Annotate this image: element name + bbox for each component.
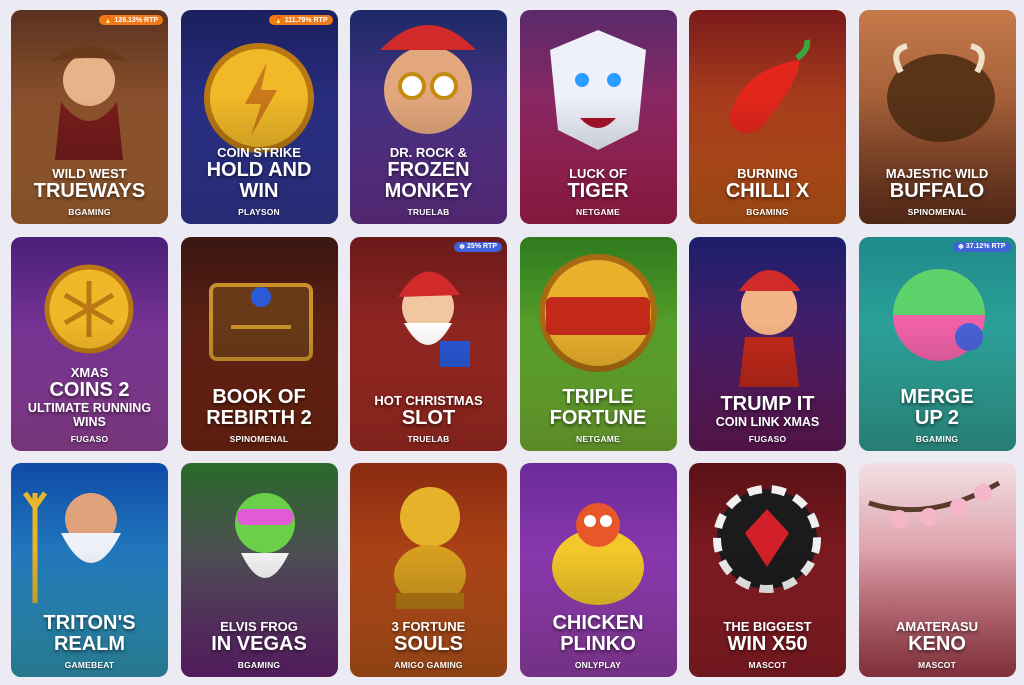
game-title-line2: WIN X50	[727, 633, 808, 655]
game-card[interactable]: DR. ROCK & FROZEN MONKEY TRUELAB	[350, 10, 507, 224]
game-title-line1: 3 FORTUNE	[391, 619, 466, 634]
game-card[interactable]: XMAS COINS 2 ULTIMATE RUNNING WINS FUGASO	[11, 236, 168, 451]
game-card[interactable]: AMATERASU KENO MASCOT	[858, 463, 1016, 677]
game-card[interactable]: MAJESTIC WILD BUFFALO SPINOMENAL	[858, 10, 1016, 224]
game-title-line3: ULTIMATE RUNNING WINS	[27, 400, 152, 429]
game-title-line2: CHILLI X	[725, 180, 810, 202]
game-title-line2: FROZEN	[387, 159, 470, 181]
game-title-line1: AMATERASU	[895, 619, 979, 634]
game-title-line2: SOULS	[394, 633, 463, 655]
game-title-line1: DR. ROCK &	[389, 145, 468, 160]
game-title-line1: HOT CHRISTMAS	[374, 392, 483, 408]
snowflake-icon: ❄	[957, 243, 964, 251]
game-card[interactable]: ELVIS FROG IN VEGAS BGAMING	[180, 463, 338, 677]
game-title-line2: COINS 2	[49, 378, 130, 401]
snowflake-icon: ❄	[459, 243, 466, 251]
game-title-line3: REBIRTH 2	[206, 406, 312, 429]
game-title-line2: IN VEGAS	[211, 633, 307, 655]
game-title-line2: TRITON'S	[43, 612, 136, 634]
game-title-line3: COIN LINK XMAS	[715, 414, 820, 429]
game-title-line2: TRUEWAYS	[33, 180, 146, 202]
game-title-line1: ELVIS FROG	[220, 619, 298, 634]
game-title-line3: PLINKO	[560, 633, 636, 655]
game-provider: PLAYSON	[238, 207, 280, 217]
game-card[interactable]: COIN STRIKE HOLD AND WIN PLAYSON 🔥 111.79% RT…	[180, 10, 338, 224]
game-card[interactable]: WILD WEST TRUEWAYS BGAMING 🔥 126.13% RTP	[11, 10, 168, 224]
rtp-badge: ❄ 25% RTP	[454, 241, 502, 252]
game-title-line1: COIN STRIKE	[217, 145, 301, 160]
game-card[interactable]: THE BIGGEST WIN X50 MASCOT	[689, 463, 846, 677]
game-card[interactable]: HOT CHRISTMAS SLOT TRUELAB ❄ 25% RTP	[350, 236, 507, 451]
rtp-badge: 🔥 126.13% RTP	[98, 15, 163, 25]
game-title-line1: MAJESTIC WILD	[885, 166, 989, 181]
game-title-line1: WILD WEST	[52, 166, 127, 181]
rtp-value: 25% RTP	[467, 243, 497, 250]
game-provider: TRUELAB	[407, 433, 450, 444]
game-title-line2: HOLD AND	[206, 159, 312, 181]
game-provider: BGAMING	[68, 207, 111, 217]
flame-icon: 🔥	[273, 17, 283, 24]
game-title-line2: MERGE	[900, 385, 974, 408]
game-title-line3: REALM	[53, 633, 126, 655]
game-provider: SPINOMENAL	[229, 433, 289, 444]
game-title-line2: SLOT	[401, 406, 456, 429]
game-title-line2: TRIPLE	[562, 385, 634, 408]
game-card[interactable]: BOOK OF REBIRTH 2 SPINOMENAL	[180, 236, 338, 451]
game-title-line3: MONKEY	[384, 180, 473, 202]
game-provider: MASCOT	[917, 660, 957, 670]
game-title-line2: TIGER	[567, 180, 629, 202]
game-title-line1: THE BIGGEST	[723, 619, 812, 634]
game-title-line1: BURNING	[737, 166, 798, 181]
game-title-line3: FORTUNE	[549, 406, 647, 429]
game-card[interactable]: TRUMP IT COIN LINK XMAS FUGASO	[689, 236, 846, 451]
game-provider: MASCOT	[748, 660, 787, 670]
game-provider: BGAMING	[915, 433, 959, 444]
game-title-line2: BUFFALO	[889, 180, 985, 202]
game-card[interactable]: MERGE UP 2 BGAMING ❄ 37.12% RTP	[858, 236, 1016, 451]
rtp-value: 111.79% RTP	[284, 16, 328, 24]
game-card[interactable]: CHICKEN PLINKO ONLYPLAY	[519, 463, 677, 677]
rtp-value: 126.13% RTP	[114, 16, 158, 24]
rtp-badge: ❄ 37.12% RTP	[952, 241, 1011, 252]
game-provider: BGAMING	[746, 207, 789, 217]
game-card[interactable]: TRIPLE FORTUNE NETGAME	[519, 236, 677, 451]
game-provider: GAMEBEAT	[64, 660, 115, 670]
game-card[interactable]: TRITON'S REALM GAMEBEAT	[11, 463, 168, 677]
game-title-line2: KENO	[908, 633, 966, 655]
game-provider: SPINOMENAL	[907, 207, 967, 217]
game-provider: FUGASO	[70, 433, 109, 444]
game-title-line1: LUCK OF	[569, 166, 627, 181]
flame-icon: 🔥	[103, 17, 113, 24]
game-provider: ONLYPLAY	[574, 660, 622, 670]
game-card[interactable]: LUCK OF TIGER NETGAME	[519, 10, 677, 224]
rtp-value: 37.12% RTP	[965, 243, 1006, 250]
game-provider: NETGAME	[576, 207, 620, 217]
game-card[interactable]: 3 FORTUNE SOULS AMIGO GAMING	[350, 463, 507, 677]
game-title-line3: UP 2	[914, 406, 960, 429]
game-title-line3: WIN	[239, 180, 279, 202]
game-provider: TRUELAB	[407, 207, 450, 217]
game-title-line1: XMAS	[70, 364, 109, 380]
game-provider: FUGASO	[748, 433, 787, 444]
game-title-line2: BOOK OF	[212, 385, 306, 408]
game-provider: NETGAME	[576, 433, 620, 444]
game-title-line2: CHICKEN	[552, 612, 644, 634]
game-title-line2: TRUMP IT	[720, 392, 815, 415]
game-provider: BGAMING	[237, 660, 281, 670]
rtp-badge: 🔥 111.79% RTP	[268, 15, 333, 25]
game-card[interactable]: BURNING CHILLI X BGAMING	[689, 10, 846, 224]
game-grid: WILD WEST TRUEWAYS BGAMING 🔥 126.13% RTP COIN…	[11, 10, 1016, 677]
game-provider: AMIGO GAMING	[394, 660, 463, 670]
